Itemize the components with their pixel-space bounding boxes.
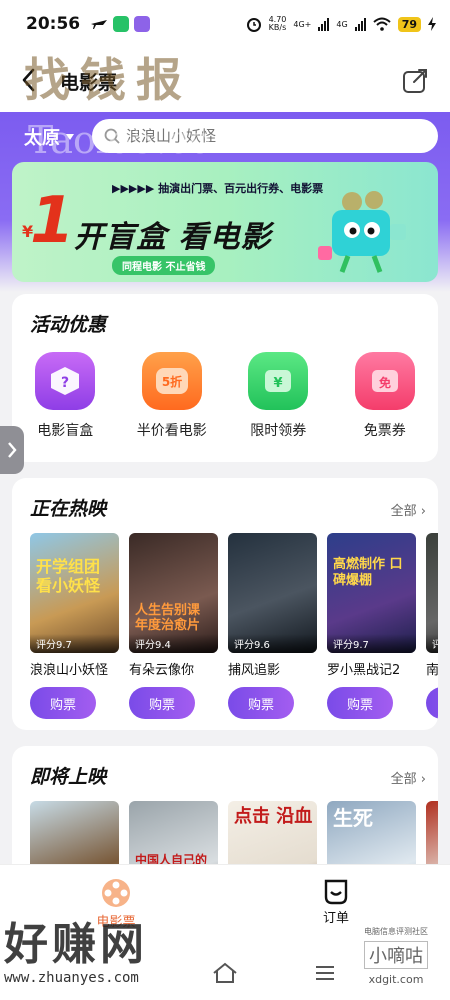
coupon-icon: ¥ xyxy=(248,352,309,410)
banner-headline: 开盲盒 看电影 xyxy=(74,220,272,255)
signal-bars-icon-1 xyxy=(318,17,330,31)
app-notification-icon-1 xyxy=(113,16,130,32)
wifi-icon xyxy=(373,17,391,31)
svg-text:?: ? xyxy=(61,375,69,391)
system-nav-bar xyxy=(0,950,450,1000)
orders-smile-icon xyxy=(324,879,348,905)
airplane-icon xyxy=(91,20,108,29)
signal-bars-icon-2 xyxy=(354,17,366,31)
search-icon xyxy=(104,128,120,144)
coming-soon-title: 即将上映 xyxy=(30,766,107,788)
movie-poster[interactable]: 高燃制作 口碑爆棚 评分9.7 xyxy=(327,533,416,653)
movie-poster[interactable]: 评分9.6 xyxy=(228,533,317,653)
caret-down-icon xyxy=(66,134,74,140)
movie-poster[interactable]: 评分 xyxy=(426,533,438,653)
activities-card: 活动优惠 ? 电影盲盒 5折 半价看电影 ¥ 限时领券 免 免票券 xyxy=(12,294,438,462)
activity-free-ticket[interactable]: 免 免票券 xyxy=(340,352,430,440)
status-right: 4.70 KB/s 4G+ 4G 79 xyxy=(246,16,436,32)
city-selector[interactable]: 太原 xyxy=(24,124,74,150)
poster-text: 生死 xyxy=(333,806,373,830)
film-reel-icon xyxy=(102,879,130,907)
movie-poster[interactable]: 开学组团 看小妖怪 评分9.7 xyxy=(30,533,119,653)
app-header: 电影票 xyxy=(0,48,450,112)
signal-label-2: 4G xyxy=(336,19,348,29)
movie-poster[interactable]: 人生告别课 年度治愈片 评分9.4 xyxy=(129,533,218,653)
banner-big-number: 1 xyxy=(30,184,75,258)
movie-card[interactable]: 评分 南 购票 xyxy=(426,533,438,719)
menu-icon[interactable] xyxy=(314,964,336,982)
movie-score: 评分9.7 xyxy=(30,634,119,653)
movie-name: 有朵云像你 xyxy=(129,663,195,678)
buy-ticket-button[interactable]: 购票 xyxy=(30,687,96,719)
movie-card[interactable]: 评分9.6 捕风追影 购票 xyxy=(228,533,317,719)
svg-text:免: 免 xyxy=(379,375,391,390)
now-showing-title: 正在热映 xyxy=(30,498,107,520)
activities-list: ? 电影盲盒 5折 半价看电影 ¥ 限时领券 免 免票券 xyxy=(12,352,438,440)
buy-ticket-button[interactable]: 购票 xyxy=(426,687,438,719)
poster-text: 人生告别课 年度治愈片 xyxy=(135,603,201,633)
signal-label-1: 4G+ xyxy=(293,19,312,29)
activity-blind-box[interactable]: ? 电影盲盒 xyxy=(20,352,110,440)
movie-card[interactable]: 人生告别课 年度治愈片 评分9.4 有朵云像你 购票 xyxy=(129,533,218,719)
discount-icon: 5折 xyxy=(141,352,202,410)
activities-title: 活动优惠 xyxy=(30,314,107,336)
poster-text: 点击 沿血 xyxy=(234,806,313,827)
chevron-right-icon xyxy=(8,442,17,458)
banner-pill: 同程电影 不止省钱 xyxy=(112,256,216,275)
blind-box-icon: ? xyxy=(35,352,96,410)
movie-score: 评分9.7 xyxy=(327,634,416,653)
page-title: 电影票 xyxy=(60,72,118,94)
battery-indicator: 79 xyxy=(397,16,421,32)
back-arrow-icon[interactable] xyxy=(18,66,42,94)
home-icon[interactable] xyxy=(212,962,238,984)
nav-tab-movie[interactable]: 电影票 xyxy=(86,877,146,930)
activity-label: 免票券 xyxy=(363,423,406,439)
poster-text: 高燃制作 口碑爆棚 xyxy=(333,557,403,588)
search-input[interactable] xyxy=(126,127,406,145)
buy-ticket-button[interactable]: 购票 xyxy=(129,687,195,719)
activity-label: 限时领券 xyxy=(250,423,307,439)
poster-text: 开学组团 看小妖怪 xyxy=(36,557,101,595)
now-showing-more-link[interactable]: 全部 › xyxy=(391,500,426,519)
activity-coupon[interactable]: ¥ 限时领券 xyxy=(233,352,323,440)
activity-label: 电影盲盒 xyxy=(37,423,94,439)
now-showing-card: 正在热映 全部 › 开学组团 看小妖怪 评分9.7 浪浪山小妖怪 购票 人生告别… xyxy=(12,478,438,730)
status-bar: 20:56 4.70 KB/s 4G+ 4G 79 xyxy=(0,0,450,48)
movie-name: 罗小黑战记2 xyxy=(327,663,401,678)
movie-name: 南 xyxy=(426,663,438,678)
movie-score: 评分9.4 xyxy=(129,634,218,653)
now-showing-list: 开学组团 看小妖怪 评分9.7 浪浪山小妖怪 购票 人生告别课 年度治愈片 评分… xyxy=(30,533,438,719)
activity-half-price[interactable]: 5折 半价看电影 xyxy=(127,352,217,440)
coming-soon-more-link[interactable]: 全部 › xyxy=(391,768,426,787)
film-camera-mascot-icon xyxy=(318,191,406,273)
movie-score: 评分9.6 xyxy=(228,634,317,653)
movie-card[interactable]: 开学组团 看小妖怪 评分9.7 浪浪山小妖怪 购票 xyxy=(30,533,119,719)
net-speed: 4.70 KB/s xyxy=(268,15,287,32)
app-notification-icon-2 xyxy=(134,16,151,32)
side-drawer-tab[interactable] xyxy=(0,426,24,474)
search-bar[interactable] xyxy=(92,119,438,153)
movie-card[interactable]: 高燃制作 口碑爆棚 评分9.7 罗小黑战记2 购票 xyxy=(327,533,416,719)
status-time: 20:56 xyxy=(26,14,81,34)
free-ticket-icon: 免 xyxy=(354,352,415,410)
movie-name: 捕风追影 xyxy=(228,663,281,678)
movie-score: 评分 xyxy=(426,634,438,653)
promo-banner[interactable]: ▶▶▶▶▶ 抽演出门票、百元出行券、电影票 ¥ 1 开盲盒 看电影 同程电影 不… xyxy=(12,162,438,282)
movie-name: 浪浪山小妖怪 xyxy=(30,663,109,678)
bottom-navigation: 电影票 订单 xyxy=(0,864,450,950)
alarm-icon xyxy=(246,18,261,32)
buy-ticket-button[interactable]: 购票 xyxy=(228,687,294,719)
svg-text:¥: ¥ xyxy=(274,376,283,391)
status-notification-icons xyxy=(90,16,151,32)
banner-top-text: ▶▶▶▶▶ 抽演出门票、百元出行券、电影票 xyxy=(112,182,324,195)
activity-label: 半价看电影 xyxy=(136,423,207,439)
buy-ticket-button[interactable]: 购票 xyxy=(327,687,393,719)
share-icon[interactable] xyxy=(402,68,428,94)
svg-text:5折: 5折 xyxy=(162,374,182,389)
nav-orders-label: 订单 xyxy=(322,911,349,926)
charging-icon xyxy=(428,17,436,31)
nav-movie-label: 电影票 xyxy=(96,915,136,930)
nav-tab-orders[interactable]: 订单 xyxy=(306,877,366,926)
city-label: 太原 xyxy=(24,128,60,149)
